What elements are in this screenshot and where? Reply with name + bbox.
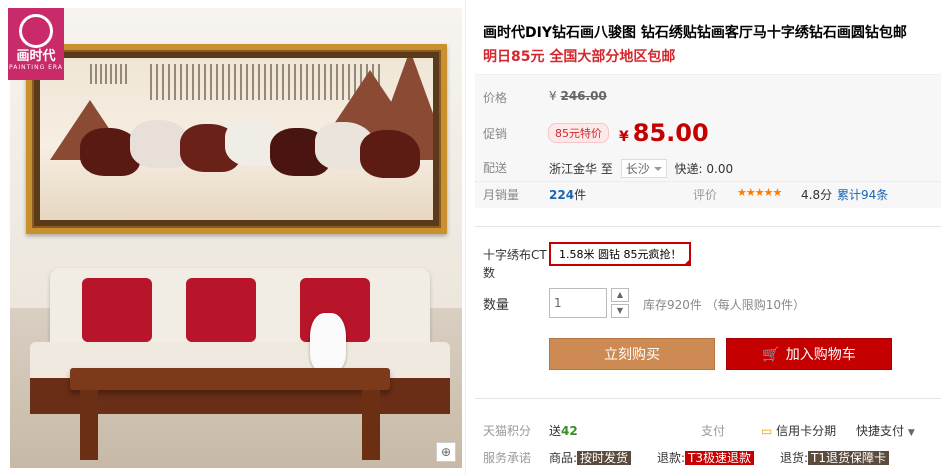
points-value: 42	[561, 424, 578, 438]
goods-label: 商品:	[549, 451, 578, 465]
product-title: 画时代DIY钻石画八骏图 钻石绣贴钻画客厅马十字绣钻石画圆钻包邮	[483, 25, 907, 41]
original-price: ¥ 246.00	[549, 89, 607, 103]
divider	[475, 398, 941, 399]
quantity-increase-button[interactable]: ▲	[611, 288, 629, 302]
ship-to-word: 至	[600, 162, 613, 176]
table-leg	[362, 390, 380, 460]
brand-english: PAINTING ERA	[9, 64, 63, 71]
card-icon: ▭	[761, 424, 773, 438]
service-goods[interactable]: 商品: 按时发货	[549, 449, 632, 466]
credit-installment-label: 信用卡分期	[776, 424, 837, 438]
points-label: 天猫积分	[483, 424, 532, 438]
stock-info: 库存920件 （每人限购10件）	[643, 298, 805, 312]
monthly-sales: 224件	[549, 186, 586, 203]
current-price-value: 85.00	[632, 119, 709, 147]
original-price-currency: ¥	[549, 89, 557, 103]
service-refund[interactable]: 退款: T3极速退款	[657, 449, 755, 466]
cushion	[82, 278, 152, 342]
price-label: 价格	[483, 91, 508, 105]
ship-from: 浙江金华	[549, 162, 598, 176]
review-count-link[interactable]: 累计94条	[837, 186, 888, 203]
quantity-decrease-button[interactable]: ▼	[611, 304, 629, 318]
shipping-info: 浙江金华 至 长沙 快递: 0.00	[549, 159, 733, 178]
current-price-currency: ¥	[619, 129, 629, 145]
chevron-down-icon: ▼	[907, 428, 915, 438]
sales-row: 月销量 224件 评价 ★★★★★ 4.8分 累计94条	[475, 181, 941, 205]
sales-count: 224	[549, 188, 575, 202]
brand-glyph-icon	[19, 14, 53, 48]
selected-check-icon	[683, 258, 692, 266]
quick-pay-label: 快捷支付	[856, 424, 905, 438]
vase	[310, 313, 346, 371]
quick-pay-link[interactable]: 快捷支付 ▼	[856, 422, 915, 439]
coffee-table	[70, 368, 390, 390]
rating-score: 4.8分	[801, 188, 833, 202]
option-label: 十字绣布CT数	[483, 248, 547, 280]
option-text: 1.58米 圆钻 85元疯抢！	[559, 248, 682, 261]
points-prefix: 送	[549, 424, 562, 438]
refund-tag: T3极速退款	[685, 451, 755, 465]
payment-label: 支付	[701, 424, 726, 438]
credit-installment-link[interactable]: ▭ 信用卡分期	[761, 422, 836, 439]
promo-label: 促销	[483, 127, 508, 141]
brand-name: 画时代	[16, 49, 56, 64]
add-to-cart-label: 加入购物车	[785, 347, 856, 363]
quantity-input[interactable]	[549, 288, 607, 318]
shipping-fee: 快递: 0.00	[674, 162, 734, 176]
table-leg	[80, 390, 98, 460]
cart-icon: 🛒	[762, 347, 780, 363]
return-label: 退货:	[780, 451, 809, 465]
original-price-value: 246.00	[560, 89, 607, 103]
option-selected[interactable]: 1.58米 圆钻 85元疯抢！	[549, 242, 692, 266]
price-panel: 价格 ¥ 246.00 促销 85元特价 ¥85.00 配送 浙江金华 至 长沙…	[475, 74, 941, 208]
points: 送42	[549, 422, 578, 439]
zoom-icon[interactable]: ⊕	[436, 442, 456, 462]
painting-canvas	[40, 58, 433, 220]
cushion	[186, 278, 256, 342]
buy-now-label: 立刻购买	[604, 347, 660, 363]
product-gallery: ⊕ 画时代 PAINTING ERA	[0, 0, 466, 475]
current-price: ¥85.00	[619, 119, 709, 147]
city-select[interactable]: 长沙	[620, 159, 667, 178]
painting-frame	[26, 44, 447, 234]
return-tag: T1退货保障卡	[808, 451, 890, 465]
refund-label: 退款:	[657, 451, 686, 465]
sales-unit: 件	[574, 188, 587, 202]
goods-tag: 按时发货	[577, 451, 632, 465]
service-return[interactable]: 退货: T1退货保障卡	[780, 449, 890, 466]
rating-stars-icon: ★★★★★	[737, 186, 782, 199]
product-image[interactable]: ⊕	[10, 8, 462, 468]
chevron-down-icon	[653, 167, 662, 171]
promo-tag: 85元特价	[548, 123, 609, 143]
add-to-cart-button[interactable]: 🛒 加入购物车	[726, 338, 892, 370]
monthly-sales-label: 月销量	[483, 188, 520, 202]
product-info: 画时代DIY钻石画八骏图 钻石绣贴钻画客厅马十字绣钻石画圆钻包邮 明日85元 全…	[475, 0, 941, 475]
shipping-label: 配送	[483, 161, 508, 175]
quantity-label: 数量	[483, 298, 510, 313]
calligraphy-small	[90, 64, 130, 84]
city-value: 长沙	[625, 162, 650, 176]
product-subtitle: 明日85元 全国大部分地区包邮	[483, 49, 676, 65]
service-label: 服务承诺	[483, 451, 532, 465]
buy-now-button[interactable]: 立刻购买	[549, 338, 715, 370]
horse	[360, 130, 420, 178]
brand-logo: 画时代 PAINTING ERA	[8, 8, 64, 80]
divider	[475, 226, 941, 227]
rating-label: 评价	[693, 188, 718, 202]
